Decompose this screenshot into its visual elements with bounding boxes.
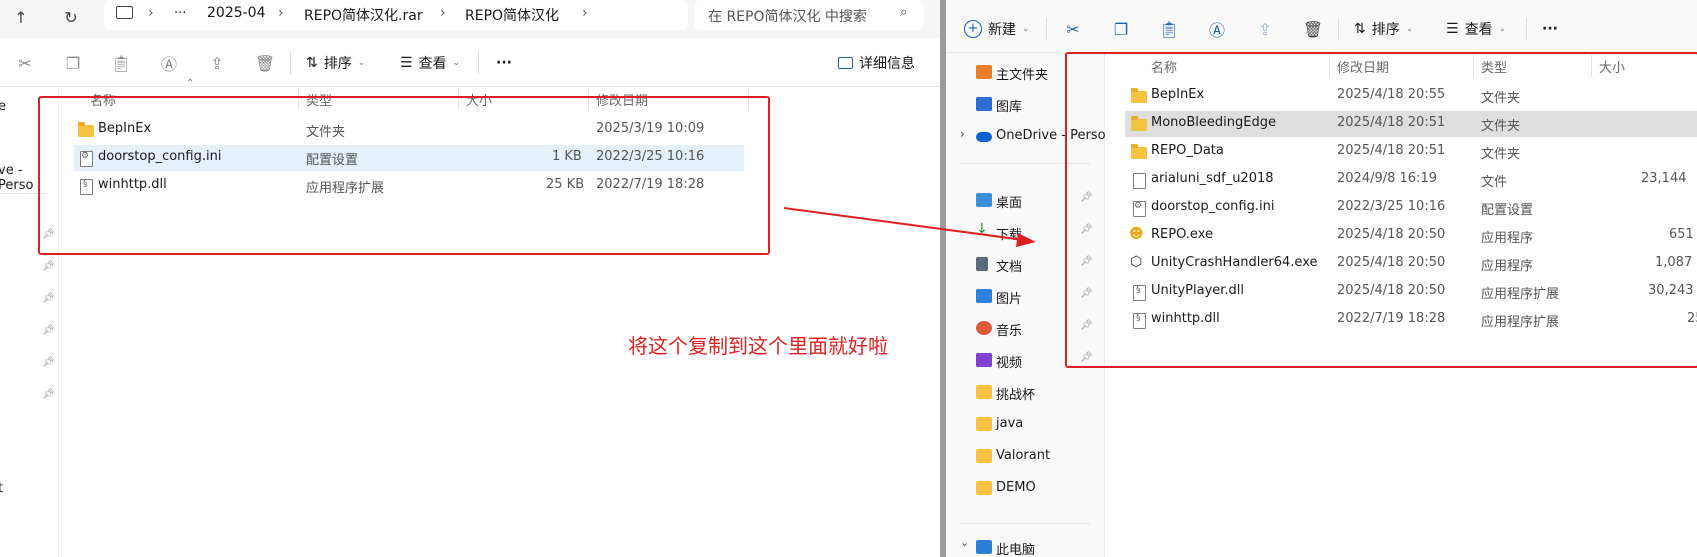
sort-icon: ⇅ bbox=[1354, 21, 1366, 37]
search-placeholder: 在 REPO简体汉化 中搜索 bbox=[708, 9, 867, 25]
rename-icon[interactable]: Ⓐ bbox=[1204, 16, 1230, 42]
toolbar-separator bbox=[1526, 18, 1527, 40]
more-button[interactable]: ··· bbox=[1542, 16, 1558, 42]
breadcrumb-sep-icon: › bbox=[582, 5, 588, 21]
breadcrumb-item-rar[interactable]: REPO简体汉化.rar bbox=[304, 5, 423, 25]
breadcrumb-sep-icon: › bbox=[148, 5, 154, 21]
folder-icon bbox=[976, 481, 992, 495]
folder-icon bbox=[976, 417, 992, 431]
cloud-icon bbox=[976, 132, 992, 142]
refresh-icon[interactable]: ↻ bbox=[58, 4, 84, 30]
pin-icon[interactable]: 📌︎ bbox=[42, 325, 55, 336]
details-pane-icon bbox=[838, 57, 853, 69]
download-icon: ↓ bbox=[976, 221, 988, 237]
nav-item-folder-valorant[interactable]: Valorant bbox=[946, 442, 1096, 470]
nav-item-folder-demo[interactable]: DEMO bbox=[946, 474, 1096, 502]
annotation-text: 将这个复制到这个里面就好啦 bbox=[628, 334, 888, 358]
left-search-box[interactable]: 在 REPO简体汉化 中搜索 ⌕ bbox=[694, 0, 924, 30]
delete-icon[interactable]: 🗑︎ bbox=[252, 50, 278, 76]
view-button[interactable]: ☰ 查看 ⌄ bbox=[400, 50, 460, 76]
nav-item-folder-java[interactable]: java bbox=[946, 410, 1096, 438]
sort-button[interactable]: ⇅ 排序 ⌄ bbox=[306, 50, 365, 76]
new-button[interactable]: + 新建 ⌄ bbox=[964, 16, 1030, 42]
highlight-box-source bbox=[38, 96, 770, 255]
breadcrumb-sep-icon: › bbox=[278, 5, 284, 21]
right-explorer-window: + 新建 ⌄ ✂ ❐ 📋︎ Ⓐ ⇪ 🗑︎ ⇅ 排序 ⌄ ☰ 查看 ⌄ ··· 主… bbox=[946, 0, 1697, 557]
new-label: 新建 bbox=[988, 22, 1016, 38]
pin-icon[interactable]: 📌︎ bbox=[42, 389, 55, 400]
right-toolbar: + 新建 ⌄ ✂ ❐ 📋︎ Ⓐ ⇪ 🗑︎ ⇅ 排序 ⌄ ☰ 查看 ⌄ ··· bbox=[946, 4, 1697, 54]
music-icon bbox=[976, 321, 992, 335]
toolbar-separator bbox=[478, 52, 479, 74]
plus-circle-icon: + bbox=[964, 20, 982, 38]
view-button[interactable]: ☰ 查看 ⌄ bbox=[1446, 16, 1506, 42]
view-icon: ☰ bbox=[400, 55, 413, 71]
gallery-icon bbox=[976, 97, 992, 111]
computer-icon bbox=[116, 6, 133, 19]
picture-icon bbox=[976, 289, 992, 303]
details-button[interactable]: 详细信息 bbox=[838, 50, 915, 76]
left-breadcrumb[interactable]: › ··· 2025-04 › REPO简体汉化.rar › REPO简体汉化 … bbox=[104, 0, 688, 30]
computer-icon bbox=[976, 540, 992, 554]
view-icon: ☰ bbox=[1446, 21, 1459, 37]
desktop-icon bbox=[976, 193, 992, 207]
details-label: 详细信息 bbox=[859, 56, 915, 72]
share-icon[interactable]: ⇪ bbox=[204, 50, 230, 76]
left-address-bar: ↑ ↻ › ··· 2025-04 › REPO简体汉化.rar › REPO简… bbox=[0, 0, 940, 38]
sort-label: 排序 bbox=[1371, 22, 1400, 38]
left-toolbar: ✂ ❐ 📋︎ Ⓐ ⇪ 🗑︎ ⇅ 排序 ⌄ ☰ 查看 ⌄ ··· 详细信息 bbox=[0, 38, 940, 88]
delete-icon[interactable]: 🗑︎ bbox=[1300, 16, 1326, 42]
pin-icon[interactable]: 📌︎ bbox=[42, 293, 55, 304]
breadcrumb-sep-icon: › bbox=[440, 5, 446, 21]
more-button[interactable]: ··· bbox=[496, 50, 512, 76]
view-label: 查看 bbox=[418, 56, 447, 72]
folder-icon bbox=[976, 385, 992, 399]
document-icon bbox=[976, 257, 988, 271]
nav-divider bbox=[960, 523, 1090, 524]
video-icon bbox=[976, 353, 992, 367]
toolbar-separator bbox=[290, 52, 291, 74]
cut-icon[interactable]: ✂ bbox=[12, 50, 38, 76]
home-icon bbox=[976, 65, 992, 79]
chevron-right-icon[interactable]: › bbox=[960, 127, 965, 141]
sort-indicator-icon: ⌃ bbox=[186, 78, 195, 89]
chevron-down-icon: ⌄ bbox=[357, 58, 366, 68]
breadcrumb-overflow[interactable]: ··· bbox=[174, 6, 186, 21]
search-icon[interactable]: ⌕ bbox=[900, 5, 907, 20]
toolbar-separator bbox=[1046, 18, 1047, 40]
chevron-down-icon: ⌄ bbox=[1498, 24, 1507, 34]
pin-icon[interactable]: 📌︎ bbox=[42, 357, 55, 368]
nav-partial-label[interactable]: e bbox=[0, 99, 6, 114]
sort-label: 排序 bbox=[323, 56, 352, 72]
chevron-down-icon: ⌄ bbox=[1405, 24, 1414, 34]
left-toolbar-border bbox=[0, 86, 940, 87]
view-label: 查看 bbox=[1464, 22, 1493, 38]
sort-button[interactable]: ⇅ 排序 ⌄ bbox=[1354, 16, 1413, 42]
nav-item-this-pc[interactable]: ⌄ 此电脑 bbox=[946, 533, 1096, 557]
cut-icon[interactable]: ✂ bbox=[1060, 16, 1086, 42]
paste-icon[interactable]: 📋︎ bbox=[108, 50, 134, 76]
pin-icon[interactable]: 📌︎ bbox=[42, 261, 55, 272]
paste-icon[interactable]: 📋︎ bbox=[1156, 16, 1182, 42]
toolbar-separator bbox=[1338, 18, 1339, 40]
sort-icon: ⇅ bbox=[306, 55, 318, 71]
chevron-down-icon: ⌄ bbox=[452, 58, 461, 68]
chevron-down-icon[interactable]: ⌄ bbox=[960, 536, 969, 549]
breadcrumb-item-current[interactable]: REPO简体汉化 bbox=[465, 5, 559, 25]
nav-partial-label[interactable]: t bbox=[0, 481, 3, 496]
chevron-down-icon: ⌄ bbox=[1022, 24, 1030, 34]
copy-icon[interactable]: ❐ bbox=[60, 50, 86, 76]
nav-item-folder-challenge[interactable]: 挑战杯 bbox=[946, 378, 1096, 406]
left-explorer-window: ↑ ↻ › ··· 2025-04 › REPO简体汉化.rar › REPO简… bbox=[0, 0, 940, 557]
highlight-box-destination bbox=[1065, 52, 1697, 368]
folder-icon bbox=[976, 449, 992, 463]
rename-icon[interactable]: Ⓐ bbox=[156, 50, 182, 76]
up-arrow-icon[interactable]: ↑ bbox=[8, 4, 34, 30]
share-icon[interactable]: ⇪ bbox=[1252, 16, 1278, 42]
breadcrumb-item-2025-04[interactable]: 2025-04 bbox=[207, 5, 266, 21]
copy-icon[interactable]: ❐ bbox=[1108, 16, 1134, 42]
